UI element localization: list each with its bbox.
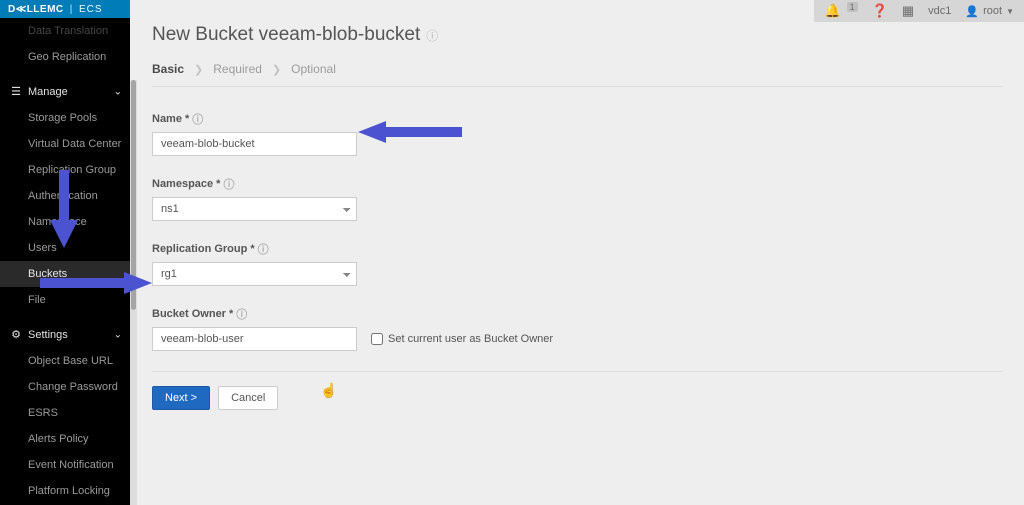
page-title: New Bucket veeam-blob-bucket ⓘ — [152, 24, 1002, 46]
user-name: root — [983, 5, 1002, 17]
help-icon[interactable]: ⓘ — [236, 306, 247, 322]
wizard-step-required[interactable]: Required — [213, 62, 262, 76]
wizard-step-basic[interactable]: Basic — [152, 62, 184, 76]
next-button[interactable]: Next > — [152, 386, 210, 410]
help-icon[interactable]: ❓ — [872, 3, 888, 19]
menu-icon: ☰ — [10, 85, 22, 98]
bell-icon[interactable]: 🔔 — [824, 3, 840, 19]
user-icon: 👤 — [965, 5, 979, 18]
main-content: New Bucket veeam-blob-bucket ⓘ Basic ❯ R… — [130, 0, 1024, 505]
brand-bar: D≪LLEMC | ECS — [0, 0, 130, 18]
namespace-select[interactable]: ns1 — [152, 197, 357, 221]
dashboard-icon[interactable]: ▦ — [902, 3, 914, 19]
sidebar: Data Translation Geo Replication ☰ Manag… — [0, 0, 130, 505]
label-bucket-owner: Bucket Owner — [152, 308, 226, 320]
help-icon[interactable]: ⓘ — [192, 111, 203, 127]
chevron-down-icon: ⌄ — [114, 329, 122, 340]
chevron-down-icon: ⌄ — [114, 86, 122, 97]
sidebar-item-replication-group[interactable]: Replication Group — [0, 157, 130, 183]
set-current-owner-checkbox[interactable]: Set current user as Bucket Owner — [371, 333, 553, 345]
sidebar-item-storage-pools[interactable]: Storage Pools — [0, 105, 130, 131]
brand-product: ECS — [79, 4, 103, 15]
brand-separator: | — [70, 4, 73, 15]
wizard-step-optional[interactable]: Optional — [291, 62, 336, 76]
cancel-button[interactable]: Cancel — [218, 386, 278, 410]
required-asterisk: * — [185, 113, 189, 125]
bucket-owner-input[interactable] — [152, 327, 357, 351]
vdc-label[interactable]: vdc1 — [928, 5, 951, 17]
label-namespace: Namespace — [152, 178, 213, 190]
sidebar-item-authentication[interactable]: Authentication — [0, 183, 130, 209]
gear-icon: ⚙ — [10, 328, 22, 341]
sidebar-item-platform-locking[interactable]: Platform Locking — [0, 478, 130, 504]
chevron-right-icon: ❯ — [194, 63, 203, 76]
user-menu[interactable]: 👤 root ▼ — [965, 5, 1014, 18]
alert-count-badge: 1 — [847, 2, 858, 12]
sidebar-item-file[interactable]: File — [0, 287, 130, 313]
sidebar-item-change-password[interactable]: Change Password — [0, 374, 130, 400]
help-icon[interactable]: ⓘ — [426, 27, 438, 44]
main-scrollbar[interactable] — [130, 80, 137, 505]
sidebar-item-namespace[interactable]: Namespace — [0, 209, 130, 235]
sidebar-item-event-notification[interactable]: Event Notification — [0, 452, 130, 478]
field-replication-group: Replication Group * ⓘ rg1 — [152, 241, 512, 286]
help-icon[interactable]: ⓘ — [223, 176, 234, 192]
required-asterisk: * — [250, 243, 254, 255]
sidebar-item-buckets[interactable]: Buckets — [0, 261, 130, 287]
sidebar-item-data-translation[interactable]: Data Translation — [0, 18, 130, 44]
wizard-steps: Basic ❯ Required ❯ Optional — [152, 62, 1002, 87]
required-asterisk: * — [216, 178, 220, 190]
required-asterisk: * — [229, 308, 233, 320]
field-namespace: Namespace * ⓘ ns1 — [152, 176, 512, 221]
sidebar-section-manage[interactable]: ☰ Manage ⌄ — [0, 78, 130, 105]
sidebar-section-manage-label: Manage — [28, 86, 68, 98]
chevron-right-icon: ❯ — [272, 63, 281, 76]
brand-company: D≪LLEMC — [8, 4, 64, 15]
scrollbar-thumb[interactable] — [131, 80, 136, 310]
sidebar-item-esrs[interactable]: ESRS — [0, 400, 130, 426]
set-current-owner-checkbox-input[interactable] — [371, 333, 383, 345]
label-name: Name — [152, 113, 182, 125]
sidebar-item-alerts-policy[interactable]: Alerts Policy — [0, 426, 130, 452]
action-bar: Next > Cancel — [152, 371, 1002, 410]
replication-group-select[interactable]: rg1 — [152, 262, 357, 286]
sidebar-section-settings-label: Settings — [28, 329, 68, 341]
topbar: 🔔 1 ❓ ▦ vdc1 👤 root ▼ — [814, 0, 1024, 22]
sidebar-item-geo-replication[interactable]: Geo Replication — [0, 44, 130, 70]
field-bucket-owner: Bucket Owner * ⓘ Set current user as Buc… — [152, 306, 672, 351]
label-replication-group: Replication Group — [152, 243, 247, 255]
name-input[interactable] — [152, 132, 357, 156]
caret-down-icon: ▼ — [1006, 7, 1014, 16]
sidebar-item-object-base-url[interactable]: Object Base URL — [0, 348, 130, 374]
sidebar-item-users[interactable]: Users — [0, 235, 130, 261]
sidebar-item-virtual-data-center[interactable]: Virtual Data Center — [0, 131, 130, 157]
help-icon[interactable]: ⓘ — [258, 241, 269, 257]
page-title-text: New Bucket veeam-blob-bucket — [152, 24, 420, 46]
set-current-owner-label: Set current user as Bucket Owner — [388, 333, 553, 345]
sidebar-section-settings[interactable]: ⚙ Settings ⌄ — [0, 321, 130, 348]
field-name: Name * ⓘ — [152, 111, 512, 156]
